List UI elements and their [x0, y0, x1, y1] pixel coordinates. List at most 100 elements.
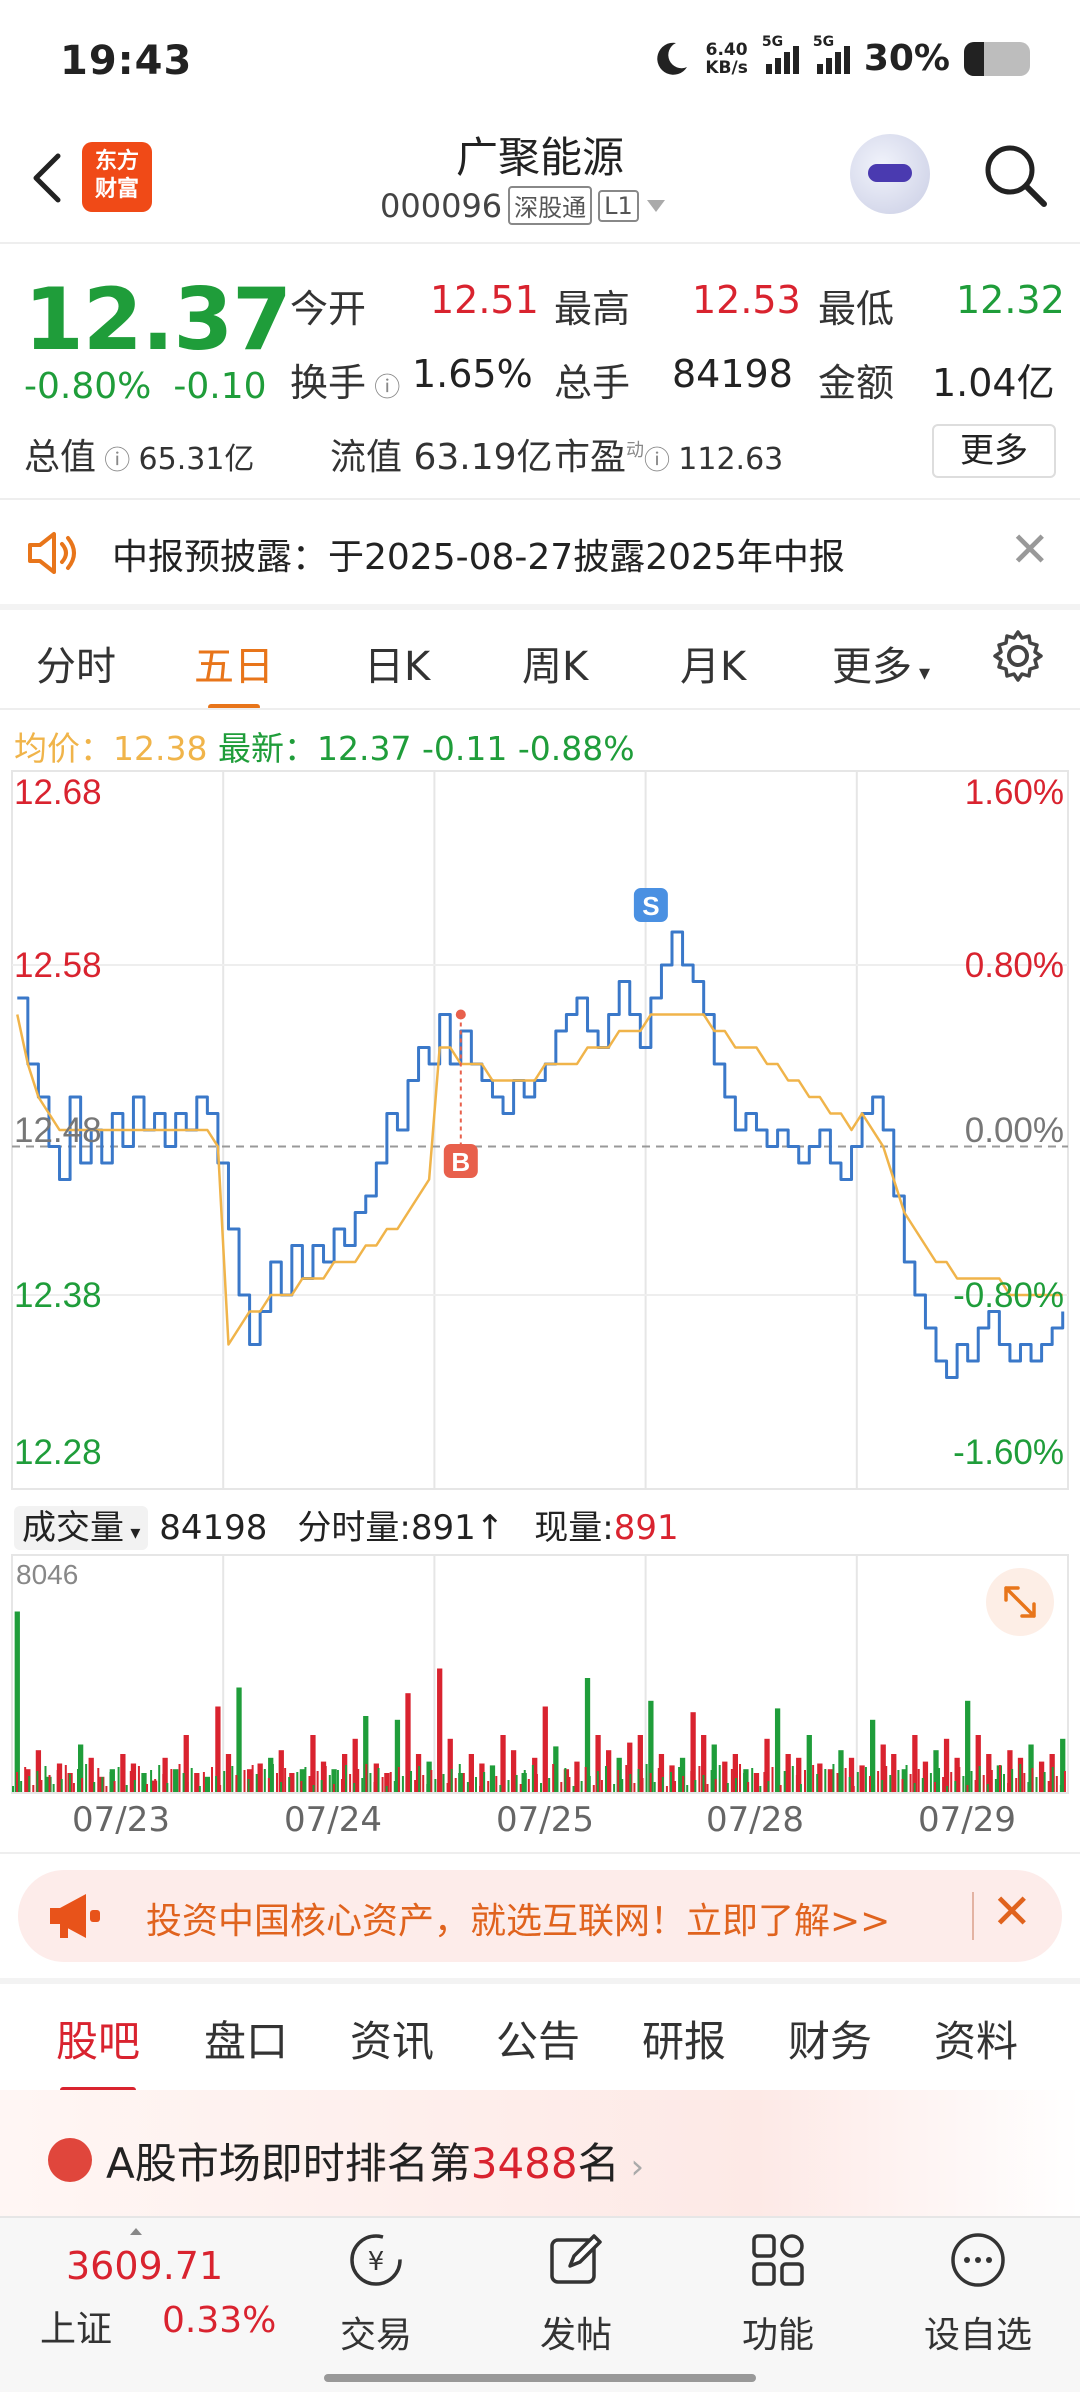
volume-tick-bar	[641, 1778, 644, 1792]
volume-tick-bar	[401, 1776, 404, 1792]
market-rank-card[interactable]: A股市场即时排名第3488名 ›	[0, 2090, 1080, 2220]
function-button[interactable]: 功能	[708, 2228, 848, 2358]
period-tabs: 分时 五日 日K 周K 月K 更多 ▾	[0, 606, 1080, 710]
volume-tick-bar	[410, 1771, 413, 1792]
amount-value: 1.04亿	[932, 361, 1055, 405]
date-tick: 07/23	[72, 1800, 170, 1840]
amount-cell: 金额	[818, 361, 895, 405]
five-day-price-chart[interactable]: 12.68 12.58 12.48 12.38 12.28 1.60% 0.80% 0.00%…	[0, 770, 1080, 1490]
open-cell: 今开	[290, 287, 367, 331]
volume-tick-bar	[661, 1777, 664, 1792]
volume-tick-bar	[820, 1783, 823, 1792]
net-speed: 6.40 KB/s	[705, 39, 748, 78]
more-quote-button[interactable]: 更多	[932, 424, 1056, 478]
change-percent: -0.80%	[24, 366, 152, 407]
volume-tick-bar	[690, 1771, 693, 1792]
tab-five-day[interactable]: 五日	[194, 634, 274, 710]
trade-icon: ¥	[350, 2234, 402, 2286]
volume-tick-bar	[970, 1771, 973, 1792]
volume-tick-bar	[271, 1764, 274, 1792]
tab-forum[interactable]: 股吧	[56, 2008, 140, 2093]
volume-tick-bar	[166, 1783, 169, 1792]
volume-tick-bar	[613, 1784, 616, 1792]
volume-tick-bar	[296, 1772, 299, 1792]
volume-tick-bar	[909, 1774, 912, 1792]
volume-tick-bar	[990, 1770, 993, 1792]
y-right-tick: -0.80%	[953, 1276, 1064, 1315]
volume-tick-bar	[462, 1773, 465, 1792]
volume-tick-bar	[868, 1776, 871, 1792]
tab-news[interactable]: 资讯	[350, 2008, 434, 2069]
volume-tick-bar	[466, 1782, 469, 1792]
close-icon[interactable]: ✕	[1010, 522, 1050, 578]
latest-change: -0.11	[421, 729, 508, 768]
volume-tick-bar	[28, 1776, 31, 1792]
tab-research[interactable]: 研报	[642, 2008, 726, 2069]
volume-tick-bar	[1039, 1786, 1042, 1792]
volume-bar	[310, 1735, 316, 1792]
gear-icon[interactable]	[990, 628, 1046, 684]
volume-tick-bar	[588, 1776, 591, 1792]
volume-tick-bar	[633, 1783, 636, 1792]
volume-tick-bar	[791, 1766, 794, 1792]
volume-tick-bar	[475, 1777, 478, 1792]
volume-tick-bar	[491, 1767, 494, 1792]
tab-intraday[interactable]: 分时	[36, 634, 116, 692]
volume-bar	[14, 1611, 20, 1792]
volume-tick-bar	[1023, 1773, 1026, 1792]
add-watchlist-button[interactable]: 设自选	[908, 2228, 1048, 2358]
volume-tick-bar	[345, 1765, 348, 1792]
robot-avatar[interactable]	[850, 134, 930, 214]
notice-bar[interactable]: 中报预披露：于2025-08-27披露2025年中报 ✕	[0, 500, 1080, 604]
volume-tick-bar	[458, 1764, 461, 1792]
volume-tick-bar	[369, 1773, 372, 1792]
volume-tick-bar	[85, 1764, 88, 1792]
tab-more[interactable]: 更多 ▾	[832, 634, 930, 692]
volume-tick-bar	[154, 1779, 157, 1792]
volume-tick-bar	[706, 1784, 709, 1792]
edit-icon	[550, 2234, 602, 2284]
tab-finance[interactable]: 财务	[788, 2008, 872, 2069]
volume-tick-bar	[734, 1778, 737, 1792]
trade-button[interactable]: ¥ 交易	[306, 2228, 446, 2358]
stock-code-row[interactable]: 000096 深股通 L1	[380, 186, 667, 225]
low-cell: 最低	[818, 287, 895, 331]
tab-weekly-k[interactable]: 周K	[522, 634, 588, 692]
post-button[interactable]: 发帖	[506, 2228, 646, 2358]
status-bar: 19:43 6.40 KB/s 5G 5G 30%	[0, 0, 1080, 120]
volume-tick-bar	[897, 1770, 900, 1792]
volume-tick-bar	[783, 1771, 786, 1792]
mktcap-cell: 总值 ⓘ 65.31亿	[24, 437, 255, 478]
y-left-tick: 12.58	[14, 946, 102, 985]
volume-selector[interactable]: 成交量 ▾	[14, 1506, 149, 1550]
volume-tick-bar	[828, 1778, 831, 1792]
volume-tick-bar	[304, 1767, 307, 1792]
tab-announcements[interactable]: 公告	[496, 2008, 580, 2069]
latest-percent: -0.88%	[517, 729, 635, 768]
high-cell: 最高	[554, 287, 631, 331]
home-indicator[interactable]	[324, 2374, 756, 2382]
volume-tick-bar	[994, 1779, 997, 1792]
volume-tick-bar	[328, 1775, 331, 1792]
volume-tick-bar	[1063, 1771, 1066, 1792]
ad-banner[interactable]: 投资中国核心资产，就选互联网！立即了解>> ✕	[18, 1870, 1062, 1962]
tab-monthly-k[interactable]: 月K	[680, 634, 746, 692]
volume-bar	[965, 1700, 971, 1792]
add-watchlist-icon	[951, 2233, 1005, 2287]
close-icon[interactable]: ✕	[992, 1884, 1032, 1940]
price-change: -0.80% -0.10	[24, 366, 289, 407]
search-icon[interactable]	[980, 140, 1050, 210]
volume-tick-bar	[600, 1780, 603, 1792]
volume-tick-bar	[381, 1777, 384, 1792]
market-rank: A股市场即时排名第3488名 ›	[106, 2139, 645, 2188]
volume-tick-bar	[917, 1769, 920, 1792]
volume-tick-bar	[836, 1773, 839, 1792]
volume-tick-bar	[925, 1764, 928, 1792]
volume-bar	[405, 1693, 411, 1792]
volume-tick-bar	[44, 1766, 47, 1792]
volume-tick-bar	[609, 1775, 612, 1792]
tab-profile[interactable]: 资料	[934, 2008, 1018, 2069]
tab-daily-k[interactable]: 日K	[364, 634, 430, 692]
volume-tick-bar	[186, 1782, 189, 1792]
tab-orderbook[interactable]: 盘口	[204, 2008, 288, 2069]
